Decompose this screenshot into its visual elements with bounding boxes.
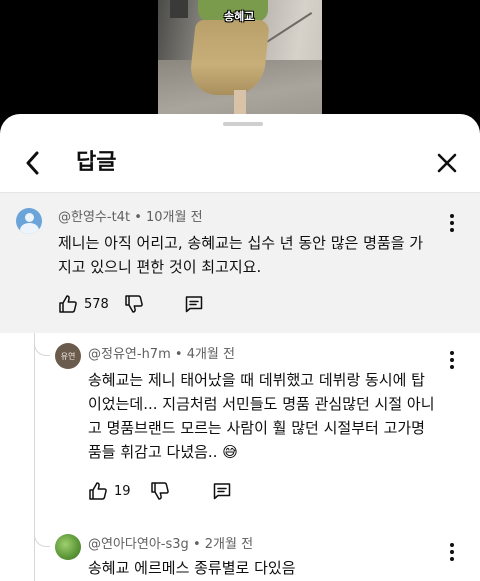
thread-connector	[34, 533, 50, 547]
more-vert-icon	[450, 214, 454, 232]
thumb-up-icon	[89, 482, 107, 500]
thumb-down-icon	[125, 295, 143, 313]
reply-icon	[185, 296, 203, 313]
comment-time: 10개월 전	[146, 210, 203, 225]
parent-comment: @한영수-t4t • 10개월 전 제니는 아직 어리고, 송혜교는 십수 년 …	[0, 193, 480, 333]
replies-sheet: 답글 @한영수-t4t • 10개월 전 제니는 아직 어리고, 송혜교는 십수…	[0, 114, 480, 581]
back-button[interactable]	[18, 148, 48, 178]
comment-more-button[interactable]	[442, 211, 462, 235]
dislike-button[interactable]	[150, 478, 170, 504]
reply-author[interactable]: @정유연-h7m	[88, 347, 171, 362]
reply-author[interactable]: @연아다연아-s3g	[88, 537, 189, 552]
reply-time: 4개월 전	[186, 347, 235, 362]
sheet-header: 답글	[0, 134, 480, 192]
reply-meta: @정유연-h7m • 4개월 전	[88, 347, 235, 362]
dislike-button[interactable]	[124, 291, 144, 317]
thread-line	[34, 333, 35, 451]
avatar[interactable]: 유연	[55, 343, 81, 369]
page-title: 답글	[76, 150, 117, 175]
like-count: 578	[84, 296, 109, 312]
like-count: 19	[114, 483, 131, 499]
close-icon	[437, 153, 457, 173]
video-player[interactable]: 송혜교	[0, 0, 480, 118]
thread-connector	[34, 342, 50, 356]
like-button[interactable]: 578	[58, 291, 109, 317]
video-frame[interactable]: 송혜교	[158, 0, 322, 118]
thread-line	[34, 451, 35, 581]
reply-time: 2개월 전	[204, 537, 254, 552]
comment-text: 제니는 아직 어리고, 송혜교는 십수 년 동안 많은 명품을 가 지고 있으니…	[58, 234, 424, 276]
like-button[interactable]: 19	[88, 478, 131, 504]
more-vert-icon	[450, 351, 454, 369]
reply-meta: @연아다연아-s3g • 2개월 전	[88, 537, 254, 552]
thumb-down-icon	[151, 482, 169, 500]
reply-button[interactable]	[184, 291, 204, 317]
drag-handle[interactable]	[223, 122, 263, 126]
avatar[interactable]	[55, 534, 81, 560]
comment-author[interactable]: @한영수-t4t	[58, 210, 130, 225]
video-caption: 송혜교	[224, 10, 255, 23]
reply-button[interactable]	[212, 478, 232, 504]
comment-meta: @한영수-t4t • 10개월 전	[58, 210, 203, 225]
avatar[interactable]	[16, 208, 42, 234]
reply-text: 송혜교는 제니 태어났을 때 데뷔했고 데뷔랑 동시에 탑 이었는데... 지금…	[88, 371, 435, 461]
close-button[interactable]	[432, 148, 462, 178]
reply-icon	[213, 483, 231, 500]
reply-text: 송혜교 에르메스 종류별로 다있음	[88, 559, 296, 577]
thumb-up-icon	[59, 295, 77, 313]
comment-actions: 578	[58, 291, 258, 317]
reply-actions: 19	[88, 478, 288, 504]
video-bag	[170, 0, 188, 18]
back-arrow-icon	[26, 151, 39, 175]
